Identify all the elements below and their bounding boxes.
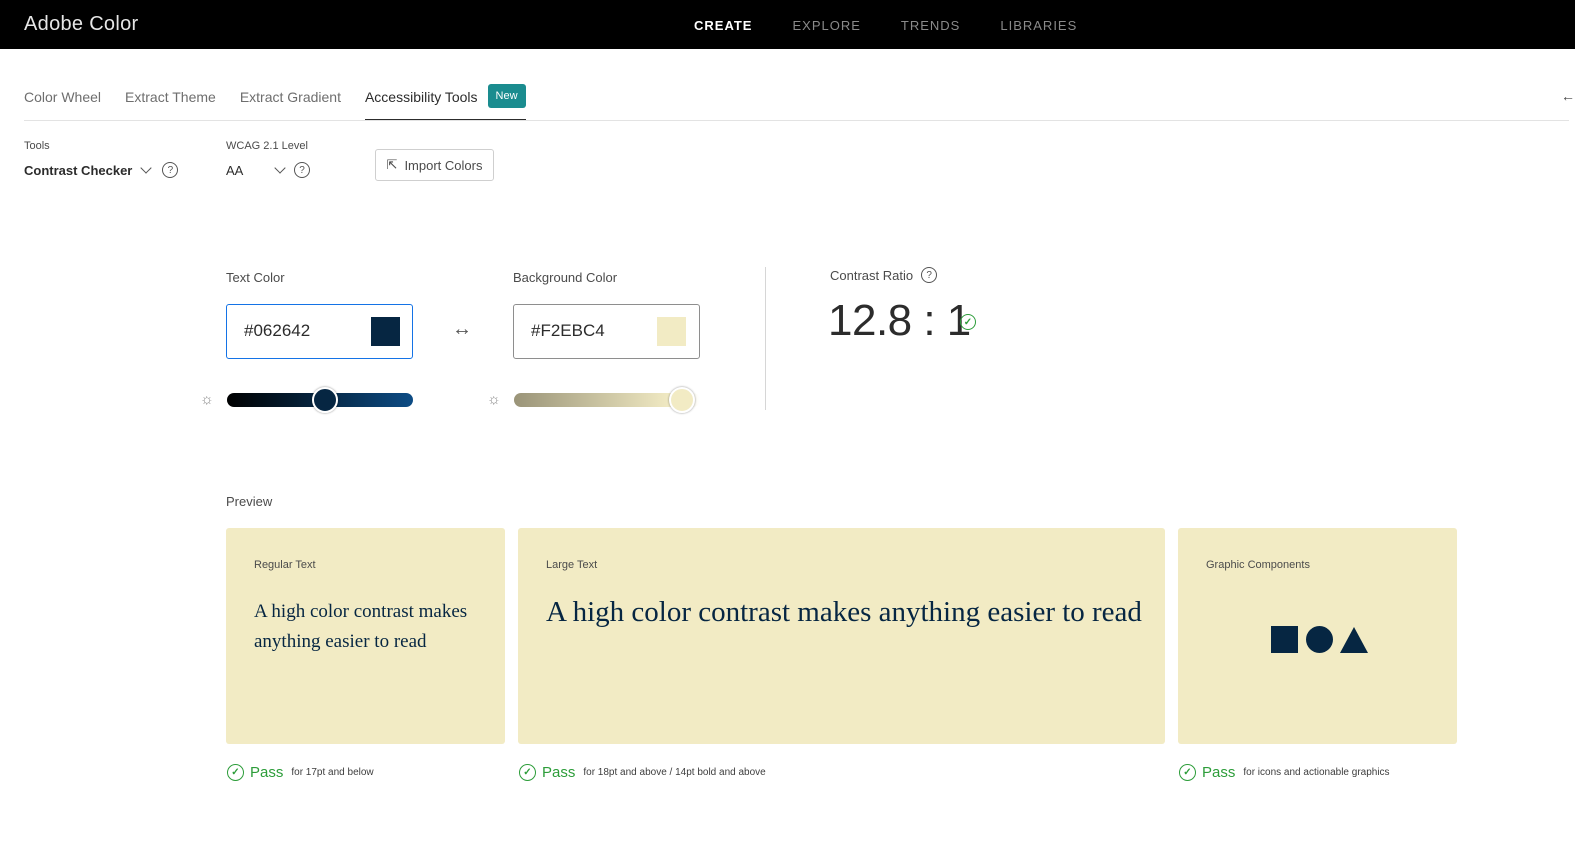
brightness-icon: ☼	[487, 391, 501, 408]
result-status: Pass	[250, 764, 284, 781]
tools-value: Contrast Checker	[24, 162, 133, 178]
square-icon	[1271, 626, 1298, 653]
nav-create[interactable]: CREATE	[694, 18, 752, 33]
graphic-components-title: Graphic Components	[1206, 559, 1310, 571]
nav-trends[interactable]: TRENDS	[901, 18, 960, 33]
triangle-icon	[1340, 626, 1368, 653]
vertical-divider	[765, 267, 766, 410]
background-color-field[interactable]: #F2EBC4	[513, 304, 700, 359]
large-text-result: ✓ Pass for 18pt and above / 14pt bold an…	[519, 764, 766, 781]
regular-text-preview-card: Regular Text A high color contrast makes…	[226, 528, 505, 744]
sample-shapes	[1271, 626, 1368, 653]
swap-icon[interactable]: ↔	[452, 318, 472, 341]
contrast-ratio-label: Contrast Ratio	[830, 267, 914, 283]
regular-text-result: ✓ Pass for 17pt and below	[227, 764, 374, 781]
create-tabs: Color Wheel Extract Theme Extract Gradie…	[24, 84, 526, 121]
regular-text-sample: A high color contrast makes anything eas…	[254, 601, 468, 652]
text-color-field[interactable]: #062642	[226, 304, 413, 359]
check-circle-icon: ✓	[1179, 764, 1196, 781]
import-colors-label: Import Colors	[404, 157, 483, 173]
result-note: for 17pt and below	[291, 767, 374, 778]
regular-text-title: Regular Text	[254, 559, 316, 571]
tab-color-wheel[interactable]: Color Wheel	[24, 84, 101, 115]
brand-logo[interactable]: Adobe Color	[24, 13, 138, 36]
check-circle-icon: ✓	[227, 764, 244, 781]
chevron-down-icon	[140, 162, 153, 174]
background-color-label: Background Color	[513, 270, 618, 285]
wcag-label: WCAG 2.1 Level	[226, 140, 308, 152]
import-icon: ⇱	[386, 157, 398, 172]
result-note: for icons and actionable graphics	[1243, 767, 1390, 778]
text-color-swatch[interactable]	[371, 317, 400, 346]
background-color-swatch[interactable]	[657, 317, 686, 346]
preview-label: Preview	[226, 494, 273, 509]
top-bar: Adobe Color CREATE EXPLORE TRENDS LIBRAR…	[0, 0, 1575, 49]
top-nav: CREATE EXPLORE TRENDS LIBRARIES	[694, 18, 1117, 33]
tools-dropdown[interactable]: Contrast Checker ?	[24, 162, 179, 178]
graphic-components-preview-card: Graphic Components	[1178, 528, 1457, 744]
nav-explore[interactable]: EXPLORE	[792, 18, 860, 33]
check-circle-icon: ✓	[960, 314, 976, 330]
wcag-value: AA	[226, 162, 244, 178]
nav-libraries[interactable]: LIBRARIES	[1000, 18, 1077, 33]
contrast-ratio-label-row: Contrast Ratio ?	[830, 267, 938, 283]
background-color-hex[interactable]: #F2EBC4	[531, 321, 605, 341]
check-circle-icon: ✓	[519, 764, 536, 781]
text-color-slider-handle[interactable]	[312, 387, 338, 413]
brightness-icon: ☼	[200, 391, 214, 408]
result-status: Pass	[1202, 764, 1236, 781]
tabs-divider	[24, 120, 1569, 121]
large-text-title: Large Text	[546, 559, 598, 571]
result-note: for 18pt and above / 14pt bold and above	[583, 767, 766, 778]
import-colors-button[interactable]: ⇱ Import Colors	[375, 149, 494, 181]
help-icon[interactable]: ?	[921, 267, 938, 283]
tab-accessibility-tools-label: Accessibility Tools	[364, 89, 478, 105]
chevron-down-icon	[274, 162, 286, 174]
help-icon[interactable]: ?	[162, 162, 179, 178]
text-color-hex[interactable]: #062642	[244, 321, 310, 341]
contrast-ratio-value: 12.8 : 1	[828, 296, 971, 345]
help-icon[interactable]: ?	[294, 162, 310, 178]
tab-extract-gradient[interactable]: Extract Gradient	[240, 84, 341, 115]
large-text-sample: A high color contrast makes anything eas…	[546, 596, 1142, 628]
arrow-left-icon[interactable]: ←	[1561, 88, 1575, 104]
tools-label: Tools	[24, 140, 50, 152]
wcag-control: WCAG 2.1 Level AA ?	[226, 140, 310, 178]
graphic-components-result: ✓ Pass for icons and actionable graphics	[1179, 764, 1390, 781]
tools-control: Tools Contrast Checker ?	[24, 140, 179, 178]
large-text-preview-card: Large Text A high color contrast makes a…	[518, 528, 1165, 744]
tab-extract-theme[interactable]: Extract Theme	[125, 84, 216, 115]
result-status: Pass	[542, 764, 576, 781]
circle-icon	[1306, 626, 1333, 653]
text-color-label: Text Color	[226, 270, 285, 285]
tab-accessibility-tools[interactable]: Accessibility Tools New	[364, 84, 526, 121]
wcag-dropdown[interactable]: AA ?	[226, 162, 310, 178]
new-badge: New	[487, 84, 526, 108]
background-color-slider-handle[interactable]	[669, 387, 695, 413]
